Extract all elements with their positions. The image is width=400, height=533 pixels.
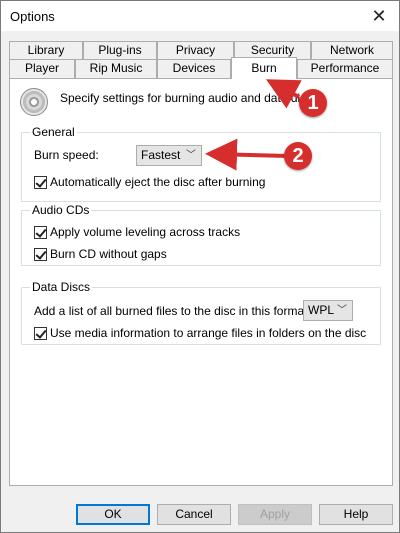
annotation-marker-2: 2 <box>284 142 312 170</box>
general-legend: General <box>30 125 77 139</box>
close-icon[interactable]: ✕ <box>359 1 399 31</box>
tab-privacy[interactable]: Privacy <box>157 41 234 60</box>
tab-burn[interactable]: Burn <box>231 57 297 79</box>
audio-cds-group: Audio CDs Apply volume leveling across t… <box>21 203 381 266</box>
cancel-button[interactable]: Cancel <box>157 504 231 525</box>
help-button[interactable]: Help <box>319 504 393 525</box>
ok-button[interactable]: OK <box>76 504 150 525</box>
burn-speed-label: Burn speed: <box>34 148 99 162</box>
without-gaps-option[interactable]: Burn CD without gaps <box>34 247 167 261</box>
burn-speed-value: Fastest <box>141 148 181 162</box>
without-gaps-label: Burn CD without gaps <box>50 247 167 261</box>
burn-tab-panel: Specify settings for burning audio and d… <box>9 78 393 486</box>
annotation-marker-1: 1 <box>299 89 327 117</box>
media-info-checkbox[interactable] <box>34 326 47 340</box>
tab-player[interactable]: Player <box>9 59 75 78</box>
burn-intro-text: Specify settings for burning audio and d… <box>60 91 319 105</box>
without-gaps-checkbox[interactable] <box>34 247 47 261</box>
tab-plug-ins[interactable]: Plug-ins <box>83 41 157 60</box>
tab-devices[interactable]: Devices <box>157 59 231 78</box>
tab-performance[interactable]: Performance <box>297 59 393 78</box>
tab-library[interactable]: Library <box>9 41 83 60</box>
chevron-down-icon: ﹀ <box>186 150 196 161</box>
data-discs-legend: Data Discs <box>30 280 93 294</box>
auto-eject-option[interactable]: Automatically eject the disc after burni… <box>34 175 265 189</box>
apply-button[interactable]: Apply <box>238 504 312 525</box>
disc-icon <box>20 88 48 116</box>
title-bar: Options ✕ <box>1 1 399 31</box>
media-info-option[interactable]: Use media information to arrange files i… <box>34 326 366 340</box>
audio-cds-legend: Audio CDs <box>30 203 92 217</box>
chevron-down-icon: ﹀ <box>337 305 347 316</box>
media-info-label: Use media information to arrange files i… <box>50 326 367 340</box>
data-discs-group: Data Discs Add a list of all burned file… <box>21 280 381 345</box>
burn-speed-dropdown[interactable]: Fastest ﹀ <box>136 145 202 166</box>
volume-leveling-option[interactable]: Apply volume leveling across tracks <box>34 225 240 239</box>
list-format-label: Add a list of all burned files to the di… <box>34 304 311 318</box>
list-format-dropdown[interactable]: WPL ﹀ <box>303 300 353 321</box>
window-title: Options <box>10 9 55 24</box>
tab-rip-music[interactable]: Rip Music <box>75 59 157 78</box>
list-format-value: WPL <box>308 303 335 317</box>
options-dialog: Options ✕ Library Plug-ins Privacy Secur… <box>0 0 400 533</box>
auto-eject-checkbox[interactable] <box>34 175 47 189</box>
volume-leveling-checkbox[interactable] <box>34 225 47 239</box>
tab-network[interactable]: Network <box>311 41 393 60</box>
general-group: General Burn speed: Fastest ﹀ Automatica… <box>21 125 381 202</box>
auto-eject-label: Automatically eject the disc after burni… <box>50 175 266 189</box>
volume-leveling-label: Apply volume leveling across tracks <box>50 225 241 239</box>
